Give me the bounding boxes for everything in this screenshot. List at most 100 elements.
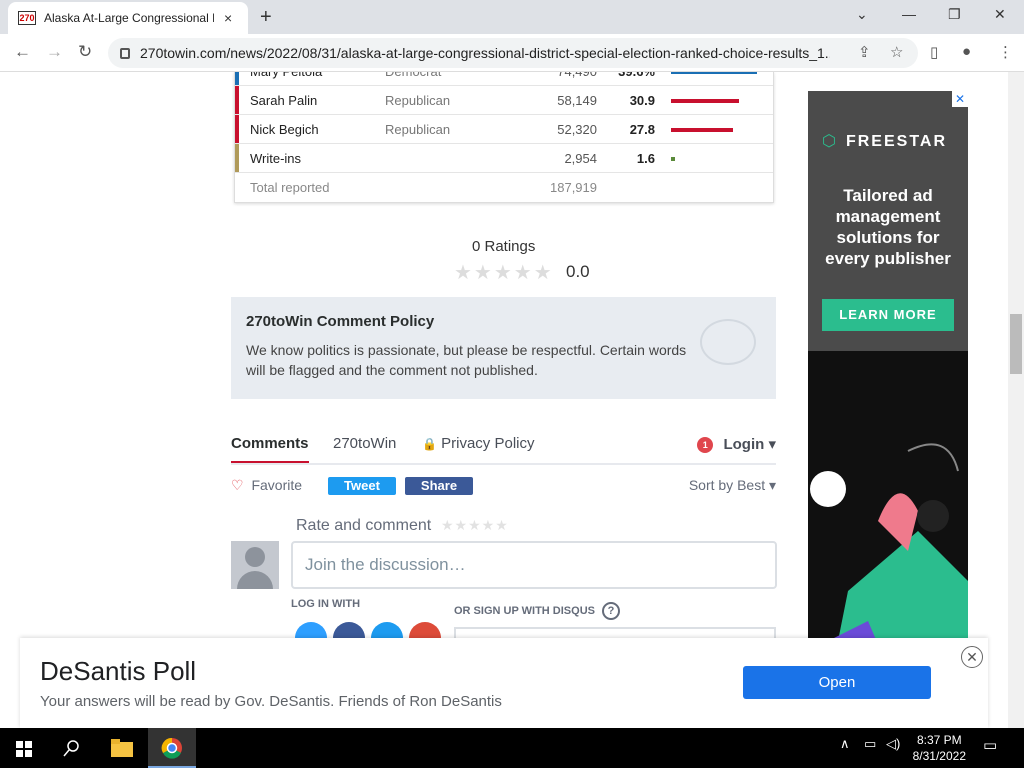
sort-dropdown[interactable]: Sort by Best ▾	[689, 477, 776, 494]
browser-toolbar: ← → ↻ 270towin.com/news/2022/08/31/alask…	[0, 34, 1024, 72]
party-color-bar	[235, 72, 239, 85]
windows-taskbar: ∧ ▭ ◁) 8:37 PM 8/31/2022 ▭	[0, 728, 1024, 768]
candidate-name: Write-ins	[250, 150, 302, 166]
tab-270towin[interactable]: 270toWin	[333, 435, 396, 452]
policy-title: 270toWin Comment Policy	[246, 313, 435, 330]
rating-stars[interactable]: ★★★★★	[454, 260, 554, 285]
candidate-percent: 39.6%	[605, 72, 655, 79]
ad-close-icon[interactable]: ✕	[952, 91, 968, 107]
freestar-mark-icon: ⬡	[822, 133, 838, 150]
comment-policy: 270toWin Comment Policy We know politics…	[231, 297, 776, 399]
total-row: Total reported 187,919	[235, 173, 773, 202]
close-window-button[interactable]: ✕	[994, 6, 1006, 23]
rate-label: Rate and comment	[296, 517, 432, 534]
candidate-name: Nick Begich	[250, 121, 319, 137]
favorite-button[interactable]: ♡ Favorite	[231, 477, 302, 494]
scrollbar-thumb[interactable]	[1010, 314, 1022, 374]
heart-icon: ♡	[231, 477, 244, 493]
file-explorer-icon[interactable]	[111, 739, 133, 757]
tab-privacy-policy[interactable]: 🔒 Privacy Policy	[422, 435, 534, 452]
lock-icon	[120, 47, 130, 59]
profile-icon[interactable]: ●	[962, 43, 971, 60]
candidate-party: Republican	[385, 121, 451, 137]
tray-chevron-icon[interactable]: ∧	[840, 736, 850, 752]
forward-button[interactable]: →	[46, 42, 63, 62]
open-button[interactable]: Open	[743, 666, 931, 699]
candidate-name: Mary Peltola	[250, 72, 322, 79]
candidate-votes: 58,149	[557, 92, 597, 108]
ad-headline: Tailored ad management solutions for eve…	[825, 186, 951, 268]
percent-bar	[671, 128, 733, 132]
tab-strip: 270 Alaska At-Large Congressional D × + …	[0, 0, 1024, 34]
restore-button[interactable]: ❐	[948, 6, 961, 23]
share-icon[interactable]: ⇪	[858, 43, 871, 61]
ratings-count: 0 Ratings	[472, 238, 536, 255]
date: 8/31/2022	[912, 749, 966, 763]
bookmark-star-icon[interactable]: ☆	[890, 43, 903, 61]
candidate-votes: 74,490	[515, 72, 597, 79]
banner-title: DeSantis Poll	[40, 656, 197, 686]
candidate-name: Sarah Palin	[250, 92, 318, 108]
login-with-label: LOG IN WITH	[291, 598, 361, 610]
search-icon[interactable]	[63, 739, 81, 757]
candidate-percent: 30.9	[629, 92, 655, 108]
comment-tabs: Comments 270toWin 🔒 Privacy Policy 1 Log…	[231, 429, 776, 465]
windows-start-icon[interactable]	[16, 741, 32, 757]
minimize-button[interactable]: —	[902, 6, 916, 22]
policy-text: We know politics is passionate, but plea…	[246, 342, 687, 378]
login-label: Login ▾	[723, 436, 776, 453]
party-color-bar	[235, 86, 239, 114]
volume-icon[interactable]: ◁)	[886, 736, 900, 752]
login-button[interactable]: 1 Login ▾	[697, 435, 776, 454]
address-bar[interactable]: 270towin.com/news/2022/08/31/alaska-at-l…	[108, 38, 918, 68]
freestar-logo: ⬡ FREESTAR	[822, 133, 948, 150]
facebook-share-button[interactable]: Share	[405, 477, 473, 495]
tab-title: Alaska At-Large Congressional D	[44, 11, 214, 25]
lock-icon: 🔒	[422, 437, 437, 451]
desantis-ad-banner[interactable]: DeSantis Poll Your answers will be read …	[20, 638, 988, 728]
freestar-ad[interactable]: ✕ ⬡ FREESTAR Tailored ad management solut…	[808, 91, 968, 691]
table-row: Sarah Palin Republican 58,149 30.9	[235, 86, 773, 115]
chrome-taskbar-button[interactable]	[148, 728, 196, 768]
comment-actions: ♡ Favorite Tweet Share Sort by Best ▾	[231, 477, 776, 499]
candidate-party: Republican	[385, 92, 451, 108]
table-row: Mary Peltola Democrat 74,490 39.6%	[235, 72, 773, 86]
learn-more-button[interactable]: LEARN MORE	[822, 299, 954, 331]
percent-bar	[671, 157, 675, 161]
discussion-input[interactable]: Join the discussion…	[291, 541, 777, 589]
percent-bar	[671, 99, 740, 103]
site-favicon: 270	[18, 11, 36, 25]
table-row: Write-ins 2,954 1.6	[235, 144, 773, 173]
notification-badge: 1	[697, 437, 714, 454]
rating-score: 0.0	[566, 262, 590, 281]
privacy-label: Privacy Policy	[441, 435, 535, 452]
back-button[interactable]: ←	[14, 42, 31, 62]
table-row: Nick Begich Republican 52,320 27.8	[235, 115, 773, 144]
candidate-votes: 52,320	[557, 121, 597, 137]
new-tab-button[interactable]: +	[260, 6, 272, 29]
candidate-percent: 27.8	[629, 121, 655, 137]
avatar	[231, 541, 279, 589]
banner-subtitle: Your answers will be read by Gov. DeSant…	[40, 693, 502, 710]
close-icon[interactable]: ✕	[961, 646, 983, 668]
help-icon[interactable]: ?	[602, 602, 621, 620]
scrollbar[interactable]	[1008, 72, 1024, 728]
network-icon[interactable]: ▭	[864, 736, 876, 752]
tweet-button[interactable]: Tweet	[328, 477, 396, 495]
url-text[interactable]: 270towin.com/news/2022/08/31/alaska-at-l…	[140, 45, 830, 61]
candidate-party: Democrat	[385, 72, 441, 79]
rate-stars[interactable]: ★★★★★	[441, 517, 509, 534]
clock[interactable]: 8:37 PM 8/31/2022	[913, 732, 966, 764]
party-color-bar	[235, 144, 239, 172]
tab-search-icon[interactable]: ⌄	[856, 6, 868, 23]
close-tab-icon[interactable]: ×	[224, 10, 232, 26]
party-color-bar	[235, 115, 239, 143]
candidate-percent: 1.6	[636, 150, 655, 166]
tab-comments[interactable]: Comments	[231, 435, 309, 463]
browser-tab[interactable]: 270 Alaska At-Large Congressional D ×	[8, 2, 248, 34]
menu-icon[interactable]: ⋮	[998, 43, 1013, 61]
notifications-icon[interactable]: ▭	[983, 736, 997, 754]
side-panel-icon[interactable]: ▯	[930, 43, 938, 61]
page-content: Mary Peltola Democrat 74,490 39.6% Sarah Pal…	[0, 72, 1008, 728]
reload-button[interactable]: ↻	[78, 42, 92, 62]
